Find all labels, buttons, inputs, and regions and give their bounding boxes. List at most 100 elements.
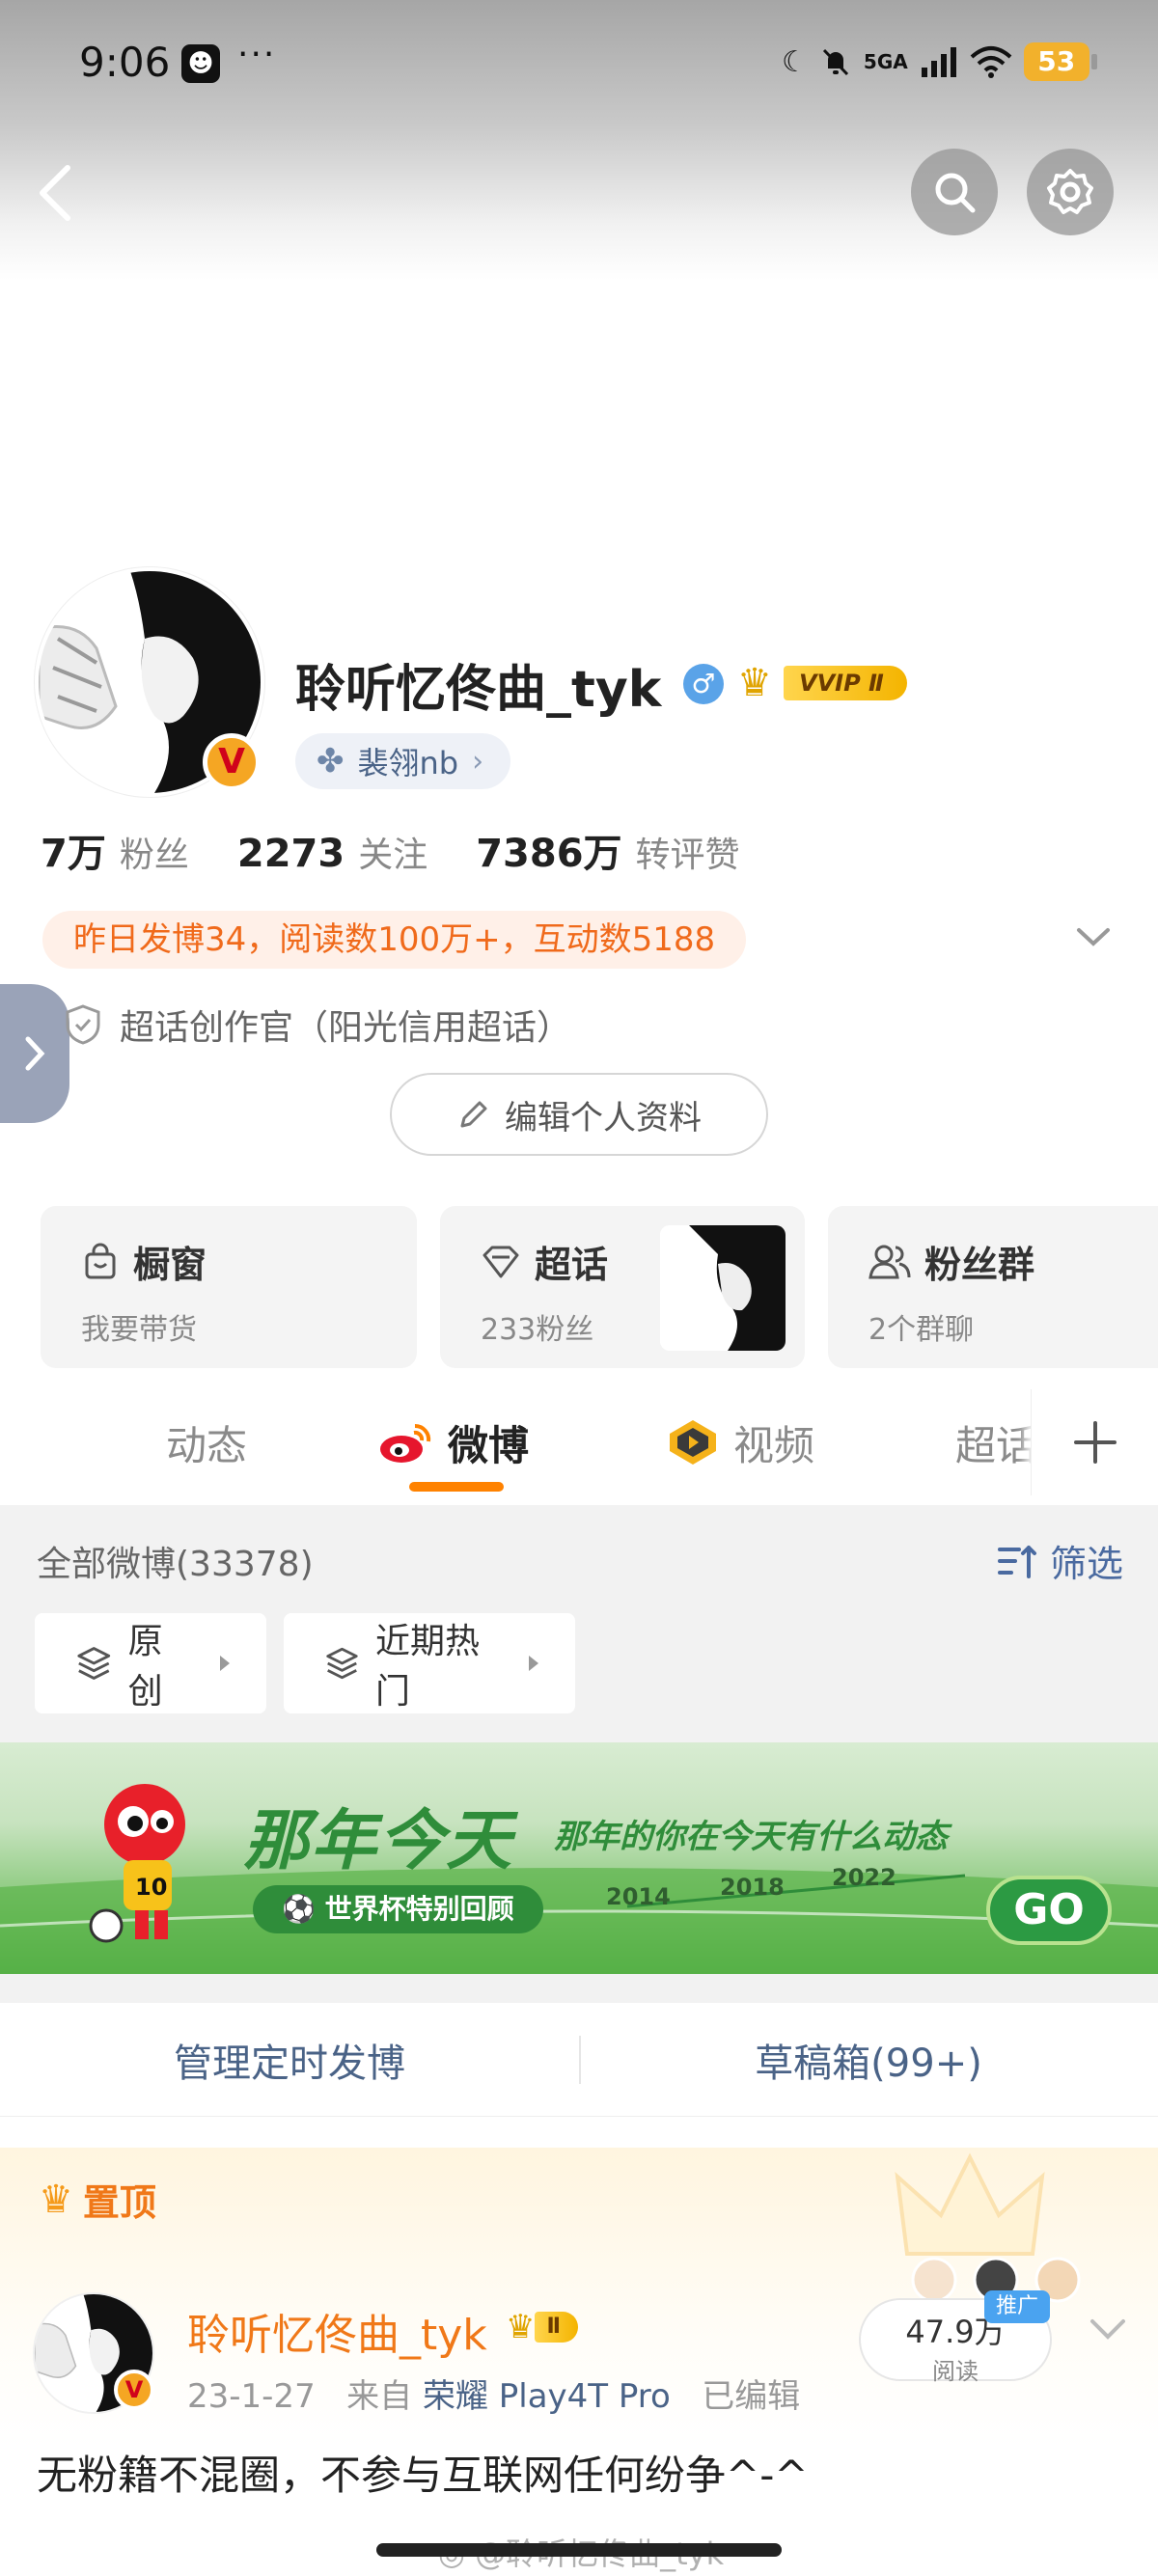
search-icon — [935, 173, 976, 213]
post-author-name[interactable]: 聆听忆佟曲_tyk — [187, 2300, 487, 2362]
recent-hot-chip[interactable]: 近期热门 — [284, 1613, 575, 1713]
back-button[interactable] — [29, 154, 87, 232]
fan-group-title: 粉丝群 — [924, 1244, 1035, 1286]
supertopic-title: 超话 — [535, 1244, 609, 1286]
post-management-row: 管理定时发博 草稿箱(99+) — [0, 2003, 1158, 2117]
on-this-day-banner[interactable]: 10 — [0, 1742, 1158, 1974]
post-device[interactable]: 荣耀 Play4T Pro — [423, 2377, 671, 2416]
notification-app-icon: ☻ — [181, 44, 220, 83]
supertopic-role[interactable]: 超话创作官（阳光信用超话） — [64, 1000, 571, 1050]
banner-go-button[interactable]: GO — [986, 1876, 1112, 1945]
fan-group-card[interactable]: 粉丝群 2个群聊 — [828, 1206, 1158, 1368]
wifi-icon — [970, 46, 1012, 78]
side-drawer-handle[interactable] — [0, 984, 69, 1123]
fan-group-subtitle: 2个群聊 — [868, 1313, 975, 1347]
supertopic-card[interactable]: 超话 233粉丝 — [440, 1206, 805, 1368]
banner-slogan: 那年的你在今天有什么动态 — [554, 1818, 948, 1856]
svg-text:10: 10 — [135, 1874, 167, 1901]
chevron-down-icon — [1090, 2319, 1125, 2340]
soccer-ball-icon: ⚽ — [282, 1893, 316, 1925]
vvip-label: VVIP Ⅱ — [784, 666, 907, 700]
tab-video-label: 视频 — [733, 1421, 815, 1469]
chevron-down-icon — [1077, 928, 1110, 946]
expand-profile-button[interactable] — [1071, 917, 1116, 955]
profile-tabs: 动态 微博 视频 超话 — [0, 1380, 1158, 1505]
all-posts-count: 全部微博(33378) — [37, 1545, 314, 1584]
banner-title: 那年今天 — [243, 1803, 514, 1879]
pinned-label: ♛ 置顶 — [39, 2173, 156, 2226]
post-meta: 23-1-27 来自 荣耀 Play4T Pro 已编辑 — [187, 2370, 800, 2417]
plus-icon — [1073, 1421, 1117, 1464]
gear-icon — [1047, 169, 1093, 214]
following-count[interactable]: 2273 — [237, 832, 345, 876]
tab-feed-label: 动态 — [166, 1421, 248, 1469]
daily-summary-badge[interactable]: 昨日发博34，阅读数100万+，互动数5188 — [42, 911, 747, 969]
banner-tag-label: 世界杯特别回顾 — [324, 1893, 514, 1925]
network-label: 5GA — [863, 50, 908, 73]
pinned-label-text: 置顶 — [82, 2181, 156, 2224]
fan-group-label: 裴翎nb — [357, 745, 459, 781]
shop-window-card[interactable]: 橱窗 我要带货 — [41, 1206, 417, 1368]
supertopic-thumbnail — [660, 1225, 786, 1351]
filter-icon — [998, 1545, 1036, 1578]
tab-video[interactable]: 视频 — [666, 1380, 814, 1505]
followers-label[interactable]: 粉丝 — [120, 827, 189, 877]
filter-label: 筛选 — [1050, 1543, 1124, 1585]
post-text[interactable]: 无粉籍不混圈，不参与互联网任何纷争^-^ — [37, 2443, 809, 2502]
status-time: 9:06 — [79, 39, 171, 86]
tab-supertopic[interactable]: 超话 — [955, 1380, 1036, 1505]
post-vip-label: Ⅱ — [535, 2312, 578, 2343]
crown-icon: ♛ — [39, 2177, 73, 2222]
edit-profile-button[interactable]: 编辑个人资料 — [390, 1073, 768, 1156]
vvip-badge[interactable]: ♛ VVIP Ⅱ — [737, 660, 907, 706]
recent-hot-label: 近期热门 — [374, 1622, 480, 1712]
layers-icon — [77, 1647, 111, 1680]
tab-feed[interactable]: 动态 — [166, 1380, 247, 1505]
profile-stats: 7万 粉丝 2273 关注 7386万 转评赞 — [41, 822, 788, 878]
promote-badge[interactable]: 推广 — [984, 2290, 1051, 2323]
banner-tag: ⚽ 世界杯特别回顾 — [253, 1885, 543, 1933]
tab-supertopic-label: 超话 — [955, 1421, 1037, 1469]
crown-icon: ♛ — [506, 2308, 536, 2346]
read-count-label: 阅读 — [932, 2358, 979, 2385]
post-from: 来自 — [346, 2377, 413, 2416]
verified-badge-icon: V — [114, 2370, 154, 2410]
pencil-icon — [460, 1101, 487, 1128]
tab-weibo-label: 微博 — [448, 1421, 530, 1469]
followers-count[interactable]: 7万 — [41, 822, 106, 878]
settings-button[interactable] — [1027, 149, 1114, 235]
chevron-left-icon — [40, 165, 70, 221]
video-icon — [670, 1420, 716, 1465]
clover-icon: ✤ — [317, 742, 345, 781]
interactions-count[interactable]: 7386万 — [476, 822, 621, 878]
filter-button[interactable]: 筛选 — [998, 1534, 1123, 1587]
scheduled-posts-button[interactable]: 管理定时发博 — [0, 2003, 579, 2117]
post-date: 23-1-27 — [187, 2377, 316, 2416]
chevron-right-icon — [25, 1036, 45, 1071]
year-label-2018: 2018 — [720, 1874, 785, 1901]
active-tab-indicator — [409, 1482, 504, 1492]
caret-right-icon — [529, 1656, 538, 1671]
year-label-2022: 2022 — [832, 1864, 896, 1891]
shield-icon — [66, 1004, 100, 1045]
battery-indicator: 53 — [1023, 42, 1097, 81]
original-posts-chip[interactable]: 原创 — [35, 1613, 266, 1713]
search-button[interactable] — [911, 149, 998, 235]
bag-icon — [85, 1243, 116, 1278]
caret-right-icon — [220, 1656, 230, 1671]
post-edited: 已编辑 — [702, 2377, 801, 2416]
diamond-icon — [482, 1246, 519, 1277]
interactions-label[interactable]: 转评赞 — [636, 827, 740, 877]
post-menu-button[interactable] — [1085, 2310, 1131, 2348]
following-label[interactable]: 关注 — [358, 827, 427, 877]
status-indicators: ☾ 5GA 53 — [782, 41, 1097, 83]
post-vip-badge[interactable]: ♛ Ⅱ — [506, 2308, 578, 2346]
home-indicator[interactable] — [376, 2543, 782, 2557]
add-tab-button[interactable] — [1031, 1389, 1158, 1495]
fan-group-chip[interactable]: ✤ 裴翎nb › — [295, 733, 511, 789]
year-label-2014: 2014 — [606, 1883, 671, 1910]
shop-window-subtitle: 我要带货 — [81, 1313, 197, 1347]
people-icon — [868, 1245, 911, 1278]
crown-icon: ♛ — [737, 661, 772, 705]
drafts-button[interactable]: 草稿箱(99+) — [579, 2003, 1158, 2117]
